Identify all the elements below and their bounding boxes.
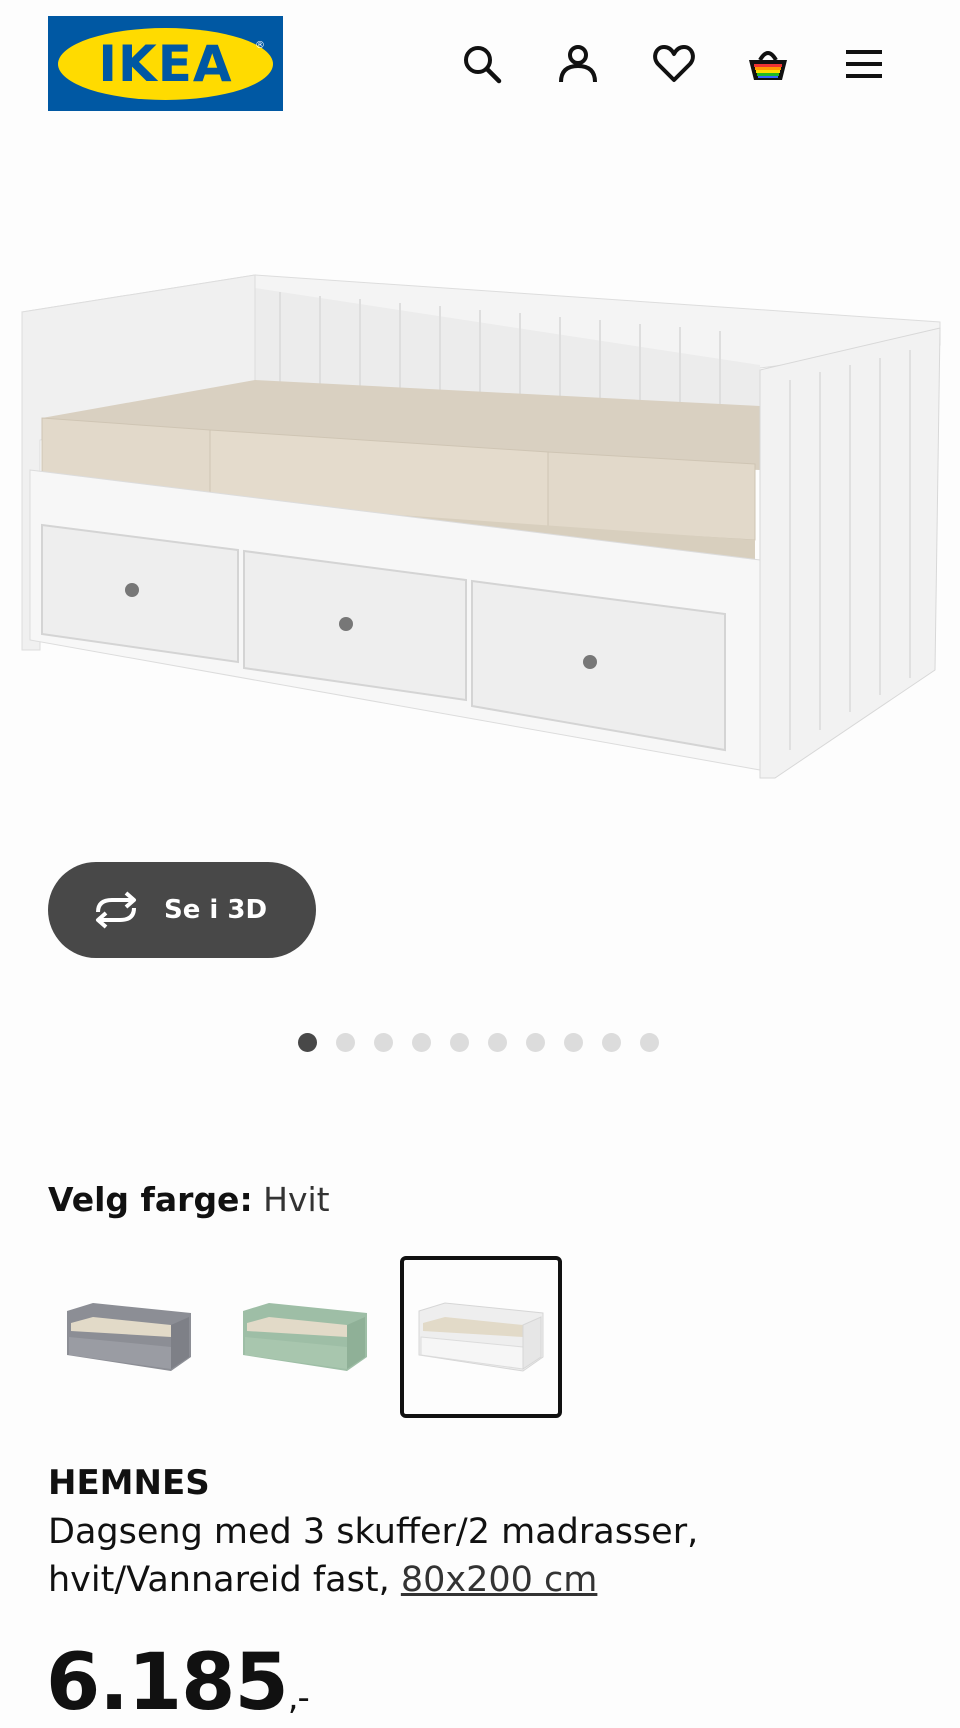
price-main: 6.185 [46,1638,289,1728]
rotate-3d-icon [96,891,136,929]
daybed-green-thumbnail [243,1303,367,1371]
daybed-illustration [21,274,941,779]
product-image[interactable] [0,230,960,870]
registered-mark: ® [255,40,265,51]
carousel-dot[interactable] [640,1033,659,1052]
carousel-dot[interactable] [412,1033,431,1052]
product-description: Dagseng med 3 skuffer/2 madrasser, hvit/… [48,1508,908,1604]
description-line-2-text: hvit/Vannareid fast, [48,1560,390,1600]
search-icon[interactable] [458,40,506,88]
view-3d-button[interactable]: Se i 3D [48,862,316,958]
color-selected-value: Hvit [263,1180,330,1219]
site-header: IKEA ® [0,0,960,130]
price-suffix: ,- [287,1678,310,1718]
carousel-dot[interactable] [564,1033,583,1052]
color-option-white[interactable] [400,1256,562,1418]
account-icon[interactable] [554,40,602,88]
carousel-dot[interactable] [488,1033,507,1052]
color-option-green[interactable] [224,1256,386,1418]
basket-icon[interactable] [744,40,792,88]
menu-icon[interactable] [840,40,888,88]
description-line-2: hvit/Vannareid fast, 80x200 cm [48,1556,908,1604]
carousel-dot[interactable] [298,1033,317,1052]
heart-icon[interactable] [650,40,698,88]
carousel-dot[interactable] [374,1033,393,1052]
carousel-dot[interactable] [450,1033,469,1052]
color-swatches [48,1256,562,1418]
logo-oval: IKEA [58,27,273,100]
product-price: 6.185,- [46,1638,310,1728]
daybed-white-thumbnail [418,1302,544,1372]
view-3d-label: Se i 3D [164,895,268,925]
carousel-dot[interactable] [526,1033,545,1052]
color-label-text: Velg farge: [48,1180,253,1219]
color-selector-label: Velg farge: Hvit [48,1180,330,1219]
logo-text: IKEA [98,34,233,93]
product-name: HEMNES [48,1463,210,1503]
image-carousel-dots [298,1033,659,1052]
carousel-dot[interactable] [336,1033,355,1052]
daybed-grey-thumbnail [67,1303,191,1371]
color-option-grey[interactable] [48,1256,210,1418]
size-link[interactable]: 80x200 cm [401,1560,598,1600]
ikea-logo[interactable]: IKEA ® [48,16,283,111]
carousel-dot[interactable] [602,1033,621,1052]
description-line-1: Dagseng med 3 skuffer/2 madrasser, [48,1512,699,1552]
